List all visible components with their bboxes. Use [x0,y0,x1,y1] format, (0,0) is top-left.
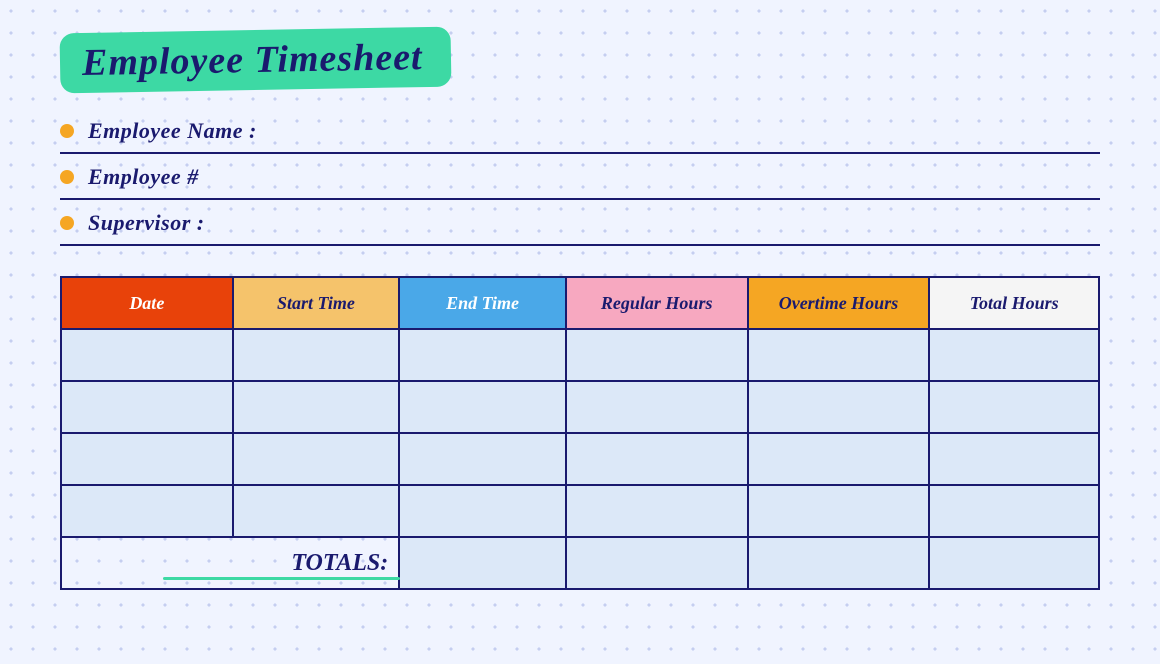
page: Employee Timesheet Employee Name : Emplo… [0,0,1160,664]
bullet-icon [60,216,74,230]
cell-regular[interactable] [566,381,748,433]
cell-total[interactable] [929,485,1099,537]
totals-total[interactable] [748,537,930,589]
cell-date[interactable] [61,381,233,433]
table-row [61,381,1099,433]
cell-start[interactable] [233,381,400,433]
title-badge: Employee Timesheet [60,27,452,94]
cell-date[interactable] [61,329,233,381]
supervisor-label: Supervisor : [88,210,205,236]
col-header-date: Date [61,277,233,329]
cell-regular[interactable] [566,329,748,381]
col-header-overtime: Overtime Hours [748,277,930,329]
totals-overtime[interactable] [566,537,748,589]
supervisor-row: Supervisor : [60,210,1100,246]
employee-number-label: Employee # [88,164,199,190]
table-row [61,433,1099,485]
timesheet-table: Date Start Time End Time Regular Hours O… [60,276,1100,590]
cell-regular[interactable] [566,433,748,485]
cell-overtime[interactable] [748,329,930,381]
totals-label: TOTALS: [291,550,388,576]
cell-total[interactable] [929,329,1099,381]
employee-number-row: Employee # [60,164,1100,200]
cell-end[interactable] [399,329,566,381]
cell-overtime[interactable] [748,485,930,537]
bullet-icon [60,170,74,184]
cell-start[interactable] [233,485,400,537]
col-header-end: End Time [399,277,566,329]
cell-regular[interactable] [566,485,748,537]
cell-total[interactable] [929,381,1099,433]
cell-total[interactable] [929,433,1099,485]
totals-underline [163,577,400,580]
cell-overtime[interactable] [748,433,930,485]
cell-start[interactable] [233,433,400,485]
timesheet-table-wrapper: Date Start Time End Time Regular Hours O… [60,276,1100,590]
table-row [61,329,1099,381]
col-header-regular: Regular Hours [566,277,748,329]
col-header-total: Total Hours [929,277,1099,329]
col-header-start: Start Time [233,277,400,329]
cell-end[interactable] [399,381,566,433]
page-title: Employee Timesheet [82,36,423,84]
cell-date[interactable] [61,433,233,485]
cell-date[interactable] [61,485,233,537]
employee-name-row: Employee Name : [60,118,1100,154]
table-header-row: Date Start Time End Time Regular Hours O… [61,277,1099,329]
cell-start[interactable] [233,329,400,381]
employee-name-label: Employee Name : [88,118,257,144]
totals-label-cell: TOTALS: [61,537,399,589]
cell-end[interactable] [399,485,566,537]
info-section: Employee Name : Employee # Supervisor : [60,118,1100,246]
totals-extra[interactable] [929,537,1099,589]
cell-end[interactable] [399,433,566,485]
totals-regular[interactable] [399,537,566,589]
bullet-icon [60,124,74,138]
cell-overtime[interactable] [748,381,930,433]
table-row [61,485,1099,537]
totals-row: TOTALS: [61,537,1099,589]
